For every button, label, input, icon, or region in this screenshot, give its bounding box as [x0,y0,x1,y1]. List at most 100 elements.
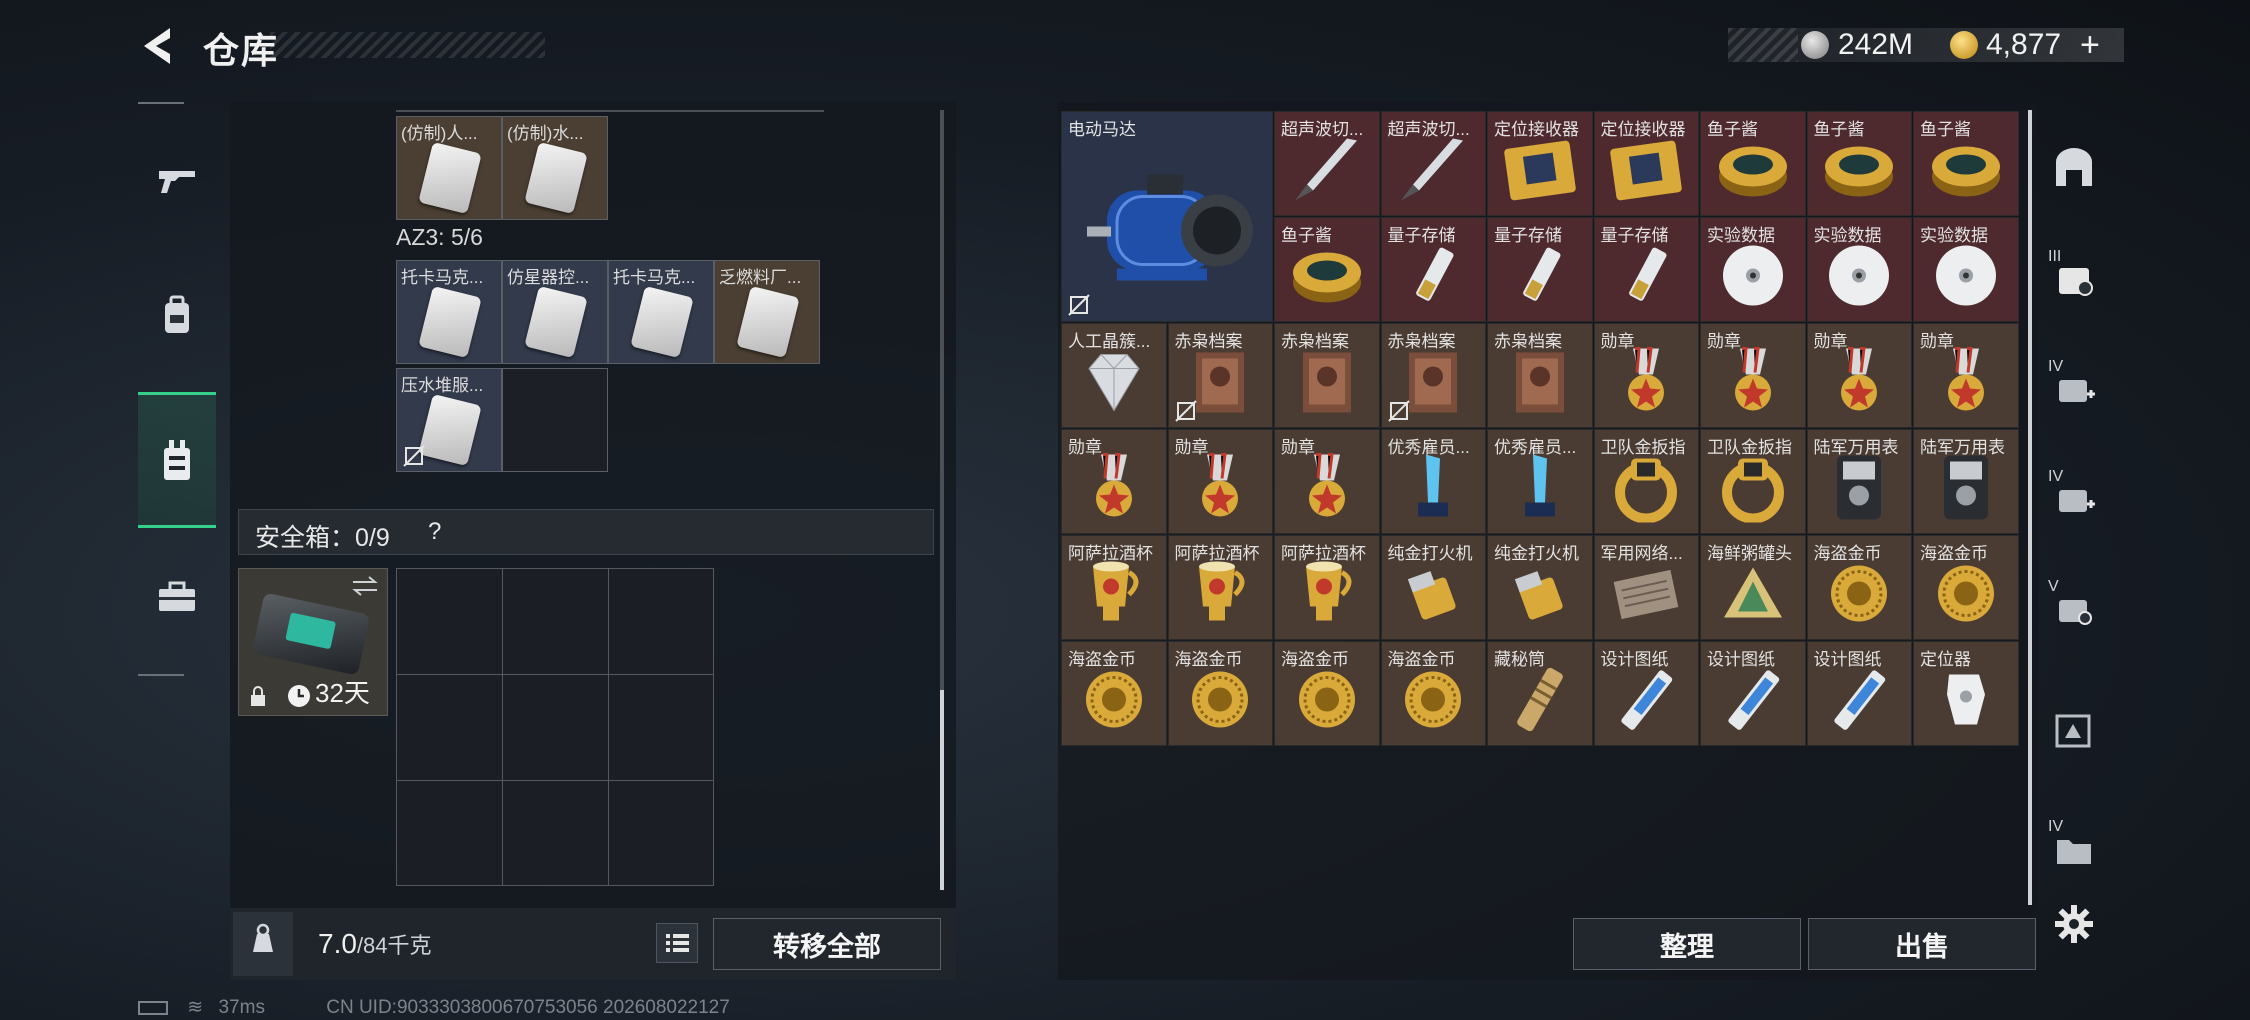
safe-box-container[interactable]: 32天 [238,568,388,716]
add-currency-button[interactable]: + [2080,26,2100,65]
warehouse-item-coin[interactable]: 海盗金币 [1274,641,1380,746]
warehouse-item-caviar[interactable]: 鱼子酱 [1700,111,1806,216]
warehouse-item-coin[interactable]: 海盗金币 [1380,641,1486,746]
warehouse-item-coin[interactable]: 海盗金币 [1806,535,1912,640]
warehouse-item-medal[interactable]: 勋章 [1061,429,1167,534]
warehouse-item-usb[interactable]: 量子存储 [1593,217,1699,322]
back-arrow-icon[interactable] [140,26,176,66]
right-scrollbar[interactable] [2028,110,2032,905]
warehouse-item-can[interactable]: 海鲜粥罐头 [1700,535,1806,640]
warehouse-item-usb[interactable]: 量子存储 [1487,217,1593,322]
warehouse-item-coin[interactable]: 海盗金币 [1061,641,1167,746]
warehouse-item-coin[interactable]: 海盗金币 [1167,641,1273,746]
vest-item-slot[interactable]: (仿制)人... [396,116,502,220]
warehouse-item-board[interactable]: 定位接收器 [1593,111,1699,216]
transfer-all-button[interactable]: 转移全部 [713,918,941,970]
gold-coin-icon [1950,31,1978,59]
right-nav-home[interactable] [2040,128,2108,208]
az3-item-slot[interactable]: 仿星器控... [502,260,608,364]
warehouse-item-cup[interactable]: 阿萨拉酒杯 [1274,535,1380,640]
az3-item-slot[interactable]: 乏燃料厂... [714,260,820,364]
medal-image [1185,450,1255,529]
item-name: 仿星器控... [507,268,590,287]
warehouse-item-knife[interactable]: 超声波切... [1274,111,1380,216]
meter-image [1938,451,1994,528]
item-image [524,285,588,359]
section-divider [396,110,824,112]
warehouse-item-medal[interactable]: 勋章 [1806,323,1912,428]
list-view-button[interactable] [656,923,698,963]
help-icon[interactable]: ? [428,518,441,546]
warehouse-item-disc[interactable]: 实验数据 [1806,217,1912,322]
coin-image [1294,666,1360,737]
medal-image [1824,344,1894,423]
warehouse-item-lighter[interactable]: 纯金打火机 [1380,535,1486,640]
ammo-box-icon [2055,714,2091,748]
warehouse-item-lighter[interactable]: 纯金打火机 [1487,535,1593,640]
safe-box-grid[interactable] [396,568,714,886]
warehouse-item-file[interactable]: 赤枭档案 [1274,323,1380,428]
settings-button[interactable] [2040,884,2108,964]
page-title: 仓库 [203,30,280,71]
warehouse-item-trophy[interactable]: 优秀雇员... [1380,429,1486,534]
right-nav-folder[interactable]: IV [2040,808,2108,888]
az3-item-slot[interactable]: 托卡马克... [396,260,502,364]
sort-button[interactable]: 整理 [1573,918,1801,970]
az3-item-slot[interactable]: 托卡马克... [608,260,714,364]
warehouse-item-diamond[interactable]: 人工晶簇... [1061,323,1167,428]
right-nav-backpack-iii[interactable]: III [2040,238,2108,318]
left-scrollbar-thumb[interactable] [940,690,944,890]
nav-backpack-tab[interactable] [138,270,216,360]
right-nav-backpack-iv-b[interactable]: IV [2040,458,2108,538]
blueprint-image [1718,664,1788,739]
vest-item-slot[interactable]: (仿制)水... [502,116,608,220]
warehouse-item-medal[interactable]: 勋章 [1700,323,1806,428]
item-name: 乏燃料厂... [719,268,802,287]
empty-slot[interactable] [502,368,608,472]
nav-vest-tab[interactable] [138,392,216,528]
warehouse-item-cup[interactable]: 阿萨拉酒杯 [1061,535,1167,640]
warehouse-item-ring[interactable]: 卫队金扳指 [1593,429,1699,534]
right-nav-backpack-v[interactable]: V [2040,568,2108,648]
warehouse-item-trophy[interactable]: 优秀雇员... [1487,429,1593,534]
warehouse-item-medal[interactable]: 勋章 [1593,323,1699,428]
warehouse-item-meter[interactable]: 陆军万用表 [1913,429,2019,534]
warehouse-item-net[interactable]: 军用网络... [1593,535,1699,640]
warehouse-item-file[interactable]: 赤枭档案 [1167,323,1273,428]
warehouse-item-knife[interactable]: 超声波切... [1380,111,1486,216]
warehouse-item-file[interactable]: 赤枭档案 [1380,323,1486,428]
warehouse-item-caviar[interactable]: 鱼子酱 [1806,111,1912,216]
warehouse-item-disc[interactable]: 实验数据 [1913,217,2019,322]
swap-icon[interactable] [351,575,379,597]
warehouse-item-caviar[interactable]: 鱼子酱 [1274,217,1380,322]
warehouse-item-medal[interactable]: 勋章 [1913,323,2019,428]
warehouse-item-ring[interactable]: 卫队金扳指 [1700,429,1806,534]
warehouse-item-caviar[interactable]: 鱼子酱 [1913,111,2019,216]
warehouse-item-cylinder[interactable]: 藏秘筒 [1487,641,1593,746]
medal-image [1931,344,2001,423]
right-nav-backpack-iv[interactable]: IV [2040,348,2108,428]
warehouse-item-motor[interactable]: 电动马达 [1061,111,1273,322]
warehouse-item-coin[interactable]: 海盗金币 [1913,535,2019,640]
warehouse-item-medal[interactable]: 勋章 [1274,429,1380,534]
file-image [1510,346,1570,421]
warehouse-item-meter[interactable]: 陆军万用表 [1806,429,1912,534]
item-name: (仿制)人... [401,124,478,143]
warehouse-item-board[interactable]: 定位接收器 [1487,111,1593,216]
warehouse-item-file[interactable]: 赤枭档案 [1487,323,1593,428]
warehouse-item-disc[interactable]: 实验数据 [1700,217,1806,322]
warehouse-item-blueprint[interactable]: 设计图纸 [1806,641,1912,746]
warehouse-item-tracker[interactable]: 定位器 [1913,641,2019,746]
warehouse-item-usb[interactable]: 量子存储 [1380,217,1486,322]
warehouse-item-blueprint[interactable]: 设计图纸 [1700,641,1806,746]
nav-case-tab[interactable] [138,552,216,642]
usb-image [1611,240,1681,315]
warehouse-item-blueprint[interactable]: 设计图纸 [1593,641,1699,746]
warehouse-item-cup[interactable]: 阿萨拉酒杯 [1167,535,1273,640]
right-nav-ammo[interactable] [2040,690,2108,770]
sell-button[interactable]: 出售 [1808,918,2036,970]
warehouse-item-medal[interactable]: 勋章 [1167,429,1273,534]
az3-item-slot[interactable]: 压水堆服... [396,368,502,472]
gun-icon [159,171,195,193]
nav-weapon-tab[interactable] [138,135,216,225]
